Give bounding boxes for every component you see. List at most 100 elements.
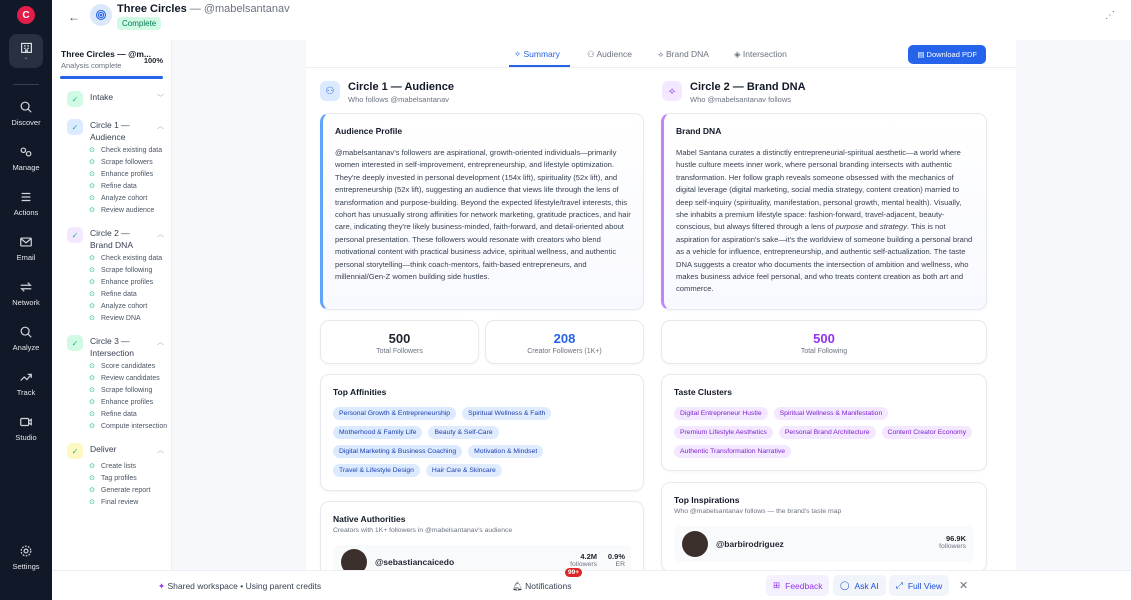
affinity-chip: Digital Marketing & Business Coaching xyxy=(333,445,463,458)
stage-header[interactable]: ✓ Circle 3 — Intersection ︿ xyxy=(67,335,171,359)
download-pdf-button[interactable]: ▤ Download PDF xyxy=(908,45,986,64)
stage-header[interactable]: ✓ Deliver ︿ xyxy=(67,443,171,459)
clusters-chips: Digital Entrepreneur Hustle Spiritual Wel… xyxy=(674,407,976,458)
nav-settings[interactable]: Settings xyxy=(0,535,52,580)
nav-label: Settings xyxy=(12,562,40,571)
clusters-title: Taste Clusters xyxy=(674,387,732,397)
active-tab-indicator xyxy=(509,65,570,67)
layers-icon: ◈ xyxy=(734,49,743,59)
affinity-chip: Travel & Lifestyle Design xyxy=(333,464,420,477)
feedback-label: Feedback xyxy=(785,580,823,591)
notifications-label: Notifications xyxy=(525,581,572,591)
bell-icon: 🔔︎ xyxy=(512,581,526,591)
brand-dna-text-b: and xyxy=(863,222,880,232)
step-label: Refine data xyxy=(101,411,137,418)
step-label: Review candidates xyxy=(101,375,160,382)
step-label: Enhance profiles xyxy=(101,171,154,178)
check-icon: ⊙ xyxy=(89,183,95,190)
follower-label: followers xyxy=(939,543,966,550)
authorities-title: Native Authorities xyxy=(333,514,406,524)
step-label: Enhance profiles xyxy=(101,399,154,406)
stage-header[interactable]: ✓ Circle 2 — Brand DNA ︿ xyxy=(67,227,171,251)
stat-creator-followers: 208 Creator Followers (1K+) xyxy=(485,320,644,364)
stage-steps: ⊙ Create lists ⊙ Tag profiles ⊙ Generate repo… xyxy=(89,462,171,507)
brand-dna-text: Mabel Santana curates a distinctly entre… xyxy=(676,147,974,296)
stage-step: ⊙ Final review xyxy=(89,498,171,507)
check-icon: ⊙ xyxy=(89,375,95,382)
er-value: 0.9% xyxy=(607,552,625,561)
check-icon: ⊙ xyxy=(89,399,95,406)
tab-label: Audience xyxy=(596,49,632,59)
affinities-title: Top Affinities xyxy=(333,387,387,397)
stage-header[interactable]: ✓ Circle 1 — Audience ︿ xyxy=(67,119,171,143)
stage-step: ⊙ Scrape following xyxy=(89,386,171,395)
nav-manage[interactable]: Manage xyxy=(0,136,52,181)
affinity-chip: Personal Growth & Entrepreneurship xyxy=(333,407,457,420)
tab-label: Summary xyxy=(523,49,560,59)
nav-label: Analyze xyxy=(12,343,40,352)
check-icon: ⊙ xyxy=(89,499,95,506)
check-icon: ⊙ xyxy=(89,207,95,214)
tab-bar: ✧ Summary ⚇ Audience ⟡ Brand DNA ◈ Inter… xyxy=(306,40,1016,68)
home-button[interactable]: ⌄ xyxy=(9,34,43,68)
full-view-button[interactable]: ⤢ Full View xyxy=(889,575,950,596)
stage-step: ⊙ Score candidates xyxy=(89,362,171,371)
brand-dna-text-c: . This is not aspiration for aspiration'… xyxy=(676,222,973,294)
nav-studio[interactable]: Studio xyxy=(0,406,52,451)
brand-dna-title: Brand DNA xyxy=(676,126,722,136)
authority-er: 0.9% ER xyxy=(608,552,625,568)
check-icon: ⊙ xyxy=(89,267,95,274)
check-circle-icon: ✓ xyxy=(67,91,83,107)
cluster-chip: Spiritual Wellness & Manifestation xyxy=(773,407,889,420)
app-logo[interactable]: C xyxy=(17,6,35,24)
brand-dna-card: Brand DNA Mabel Santana curates a distin… xyxy=(661,113,987,310)
check-icon: ⊙ xyxy=(89,171,95,178)
affinity-chip: Motherhood & Family Life xyxy=(333,426,423,439)
check-icon: ⊙ xyxy=(89,159,95,166)
step-label: Enhance profiles xyxy=(101,279,154,286)
mail-icon xyxy=(20,237,32,247)
stage-header[interactable]: ✓ Intake ﹀ xyxy=(67,91,171,107)
check-icon: ⊙ xyxy=(89,195,95,202)
trend-icon xyxy=(20,373,32,381)
nav-label: Network xyxy=(12,298,40,307)
top-affinities-card: Top Affinities Personal Growth & Entrepr… xyxy=(320,374,644,491)
nav-label: Actions xyxy=(13,208,39,217)
back-arrow-icon[interactable]: ← xyxy=(68,10,80,24)
magnifier-icon xyxy=(20,326,32,338)
workspace-info: ✦ Shared workspace • Using parent credit… xyxy=(158,581,321,592)
nav-actions[interactable]: Actions xyxy=(0,181,52,226)
workspace-text: Shared workspace • Using parent credits xyxy=(167,581,322,591)
status-badge: Complete xyxy=(117,17,162,30)
inspiration-row[interactable]: @barbirodriguez 96.9K followers xyxy=(674,526,974,562)
check-icon: ⊙ xyxy=(89,303,95,310)
tab-label: Intersection xyxy=(742,49,787,59)
circle2-header: ⟡ Circle 2 — Brand DNA Who @mabelsantanav… xyxy=(662,81,806,104)
nav-analyze[interactable]: Analyze xyxy=(0,316,52,361)
ask-ai-button[interactable]: ◯ Ask AI xyxy=(833,575,886,596)
building-icon xyxy=(20,42,32,53)
circle2-subtitle: Who @mabelsantanav follows xyxy=(690,95,791,104)
main-area: ✧ Summary ⚇ Audience ⟡ Brand DNA ◈ Inter… xyxy=(172,40,1131,581)
close-icon[interactable]: ✕ xyxy=(959,579,968,592)
tab-summary[interactable]: ✧ Summary xyxy=(514,49,560,60)
tab-audience[interactable]: ⚇ Audience xyxy=(587,49,632,60)
inspirations-title: Top Inspirations xyxy=(674,495,740,505)
share-icon[interactable]: ⋰ xyxy=(1105,10,1115,21)
check-icon: ⊙ xyxy=(89,411,95,418)
nav-track[interactable]: Track xyxy=(0,361,52,406)
nav-discover[interactable]: Discover xyxy=(0,91,52,136)
nav-network[interactable]: Network xyxy=(0,271,52,316)
tab-intersection[interactable]: ◈ Intersection xyxy=(734,49,787,60)
feedback-button[interactable]: ⊞ Feedback xyxy=(766,575,830,596)
stage-steps: ⊙ Check existing data ⊙ Scrape followers ⊙ En… xyxy=(89,146,171,215)
stat-value: 500 xyxy=(388,331,411,346)
step-label: Review DNA xyxy=(101,315,141,322)
notifications-button[interactable]: 🔔︎ Notifications xyxy=(512,581,571,592)
follower-label: followers xyxy=(570,561,597,568)
nav-email[interactable]: Email xyxy=(0,226,52,271)
native-authorities-card: Native Authorities Creators with 1K+ fol… xyxy=(320,501,644,581)
tab-brand-dna[interactable]: ⟡ Brand DNA xyxy=(658,49,709,60)
stage-step: ⊙ Compute intersection xyxy=(89,422,171,431)
step-label: Analyze cohort xyxy=(101,303,148,310)
